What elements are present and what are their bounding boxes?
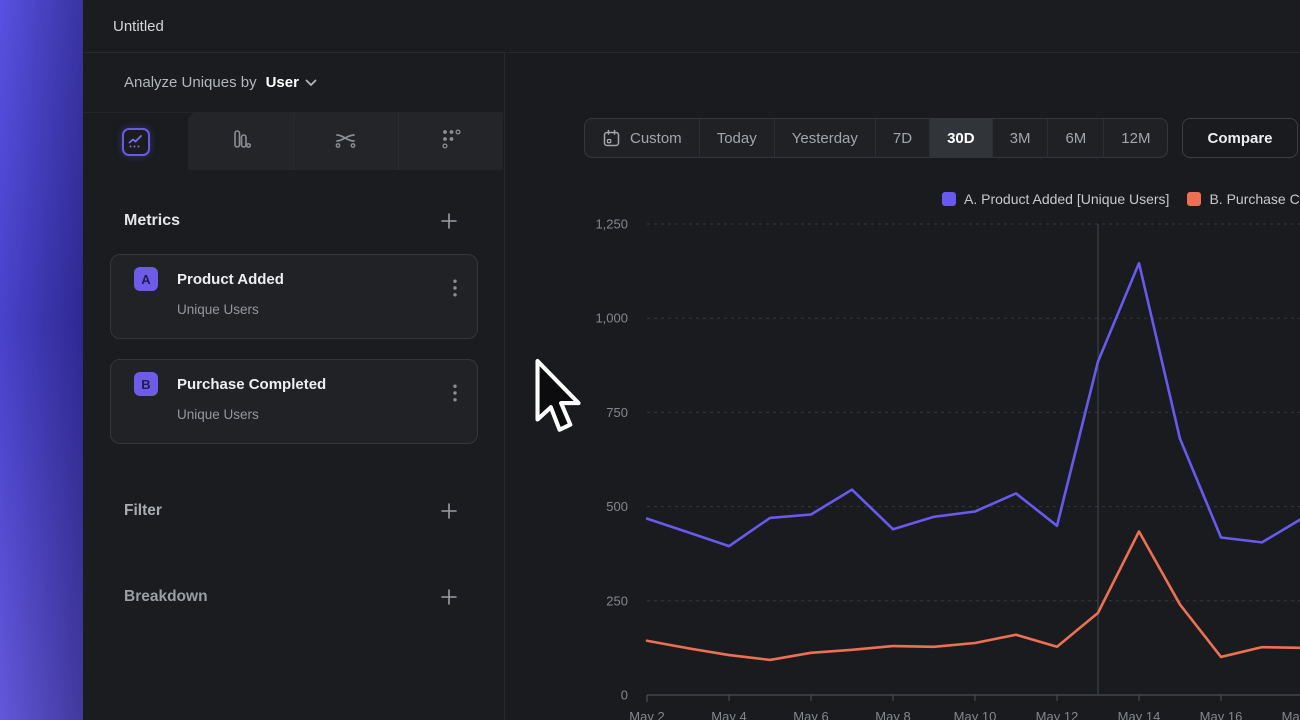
kebab-icon [453, 384, 457, 402]
query-sidebar: Analyze Uniques by User [83, 53, 505, 720]
app-window: Untitled Analyze Uniques by User [83, 0, 1300, 720]
plus-icon [440, 588, 458, 606]
chart-type-tab-group [188, 113, 503, 170]
filter-section-title: Filter [124, 502, 162, 520]
plus-icon [440, 502, 458, 520]
y-axis-tick-label: 0 [621, 688, 628, 703]
analyze-row: Analyze Uniques by User [83, 53, 504, 113]
analyze-by-value: User [266, 74, 299, 91]
metric-card-b[interactable]: B Purchase Completed Unique Users [110, 359, 478, 444]
y-axis-tick-label: 500 [606, 499, 628, 514]
x-axis-tick-label: May 2 [629, 709, 664, 720]
chart-panel: Custom Today Yesterday 7D 30D 3M 6M 12M … [505, 53, 1300, 720]
retention-grid-icon [438, 126, 464, 157]
kebab-icon [453, 279, 457, 297]
x-axis-tick-label: May 4 [711, 709, 746, 720]
flows-icon [332, 127, 360, 156]
y-axis-tick-label: 250 [606, 593, 628, 608]
tab-retention[interactable] [398, 113, 503, 170]
x-axis-tick-label: May 10 [954, 709, 997, 720]
metric-title: Product Added [177, 271, 284, 288]
tab-bar-chart[interactable] [188, 113, 293, 170]
metric-subtitle[interactable]: Unique Users [177, 302, 461, 317]
chart-type-tabs [83, 113, 504, 170]
add-breakdown-button[interactable] [438, 586, 460, 608]
x-axis-tick-label: May 8 [875, 709, 910, 720]
metric-card-a[interactable]: A Product Added Unique Users [110, 254, 478, 339]
y-axis-tick-label: 750 [606, 405, 628, 420]
metric-subtitle[interactable]: Unique Users [177, 407, 461, 422]
metric-badge-b: B [134, 372, 158, 396]
y-axis-tick-label: 1,250 [595, 217, 628, 232]
metric-badge-a: A [134, 267, 158, 291]
plus-icon [440, 212, 458, 230]
brand-accent-strip [0, 0, 83, 720]
analyze-by-dropdown[interactable]: User [266, 74, 317, 91]
analyze-label: Analyze Uniques by [124, 74, 257, 91]
tab-flows[interactable] [293, 113, 398, 170]
add-filter-button[interactable] [438, 500, 460, 522]
report-title[interactable]: Untitled [113, 18, 164, 35]
x-axis-tick-label: May 6 [793, 709, 828, 720]
top-header: Untitled [83, 0, 1300, 53]
tab-line-chart[interactable] [83, 113, 188, 170]
mouse-cursor [531, 358, 583, 440]
line-chart-icon [122, 128, 150, 156]
x-axis-tick-label: May 18 [1282, 709, 1300, 720]
x-axis-tick-label: May 12 [1036, 709, 1079, 720]
add-metric-button[interactable] [438, 210, 460, 232]
breakdown-section-title: Breakdown [124, 588, 208, 606]
series-line-a [647, 263, 1300, 546]
y-axis-tick-label: 1,000 [595, 311, 628, 326]
x-axis-tick-label: May 14 [1118, 709, 1161, 720]
bar-chart-icon [228, 126, 254, 157]
chart-svg[interactable]: 0 250 500 750 1,000 1,250 May 2 May 4 May 6 May 8… [505, 53, 1300, 720]
metrics-section-title: Metrics [124, 212, 180, 230]
x-axis-tick-label: May 16 [1200, 709, 1243, 720]
metric-title: Purchase Completed [177, 376, 326, 393]
chevron-down-icon [305, 79, 317, 87]
metric-options-button[interactable] [449, 275, 461, 306]
series-line-b [647, 531, 1300, 659]
metric-options-button[interactable] [449, 380, 461, 411]
